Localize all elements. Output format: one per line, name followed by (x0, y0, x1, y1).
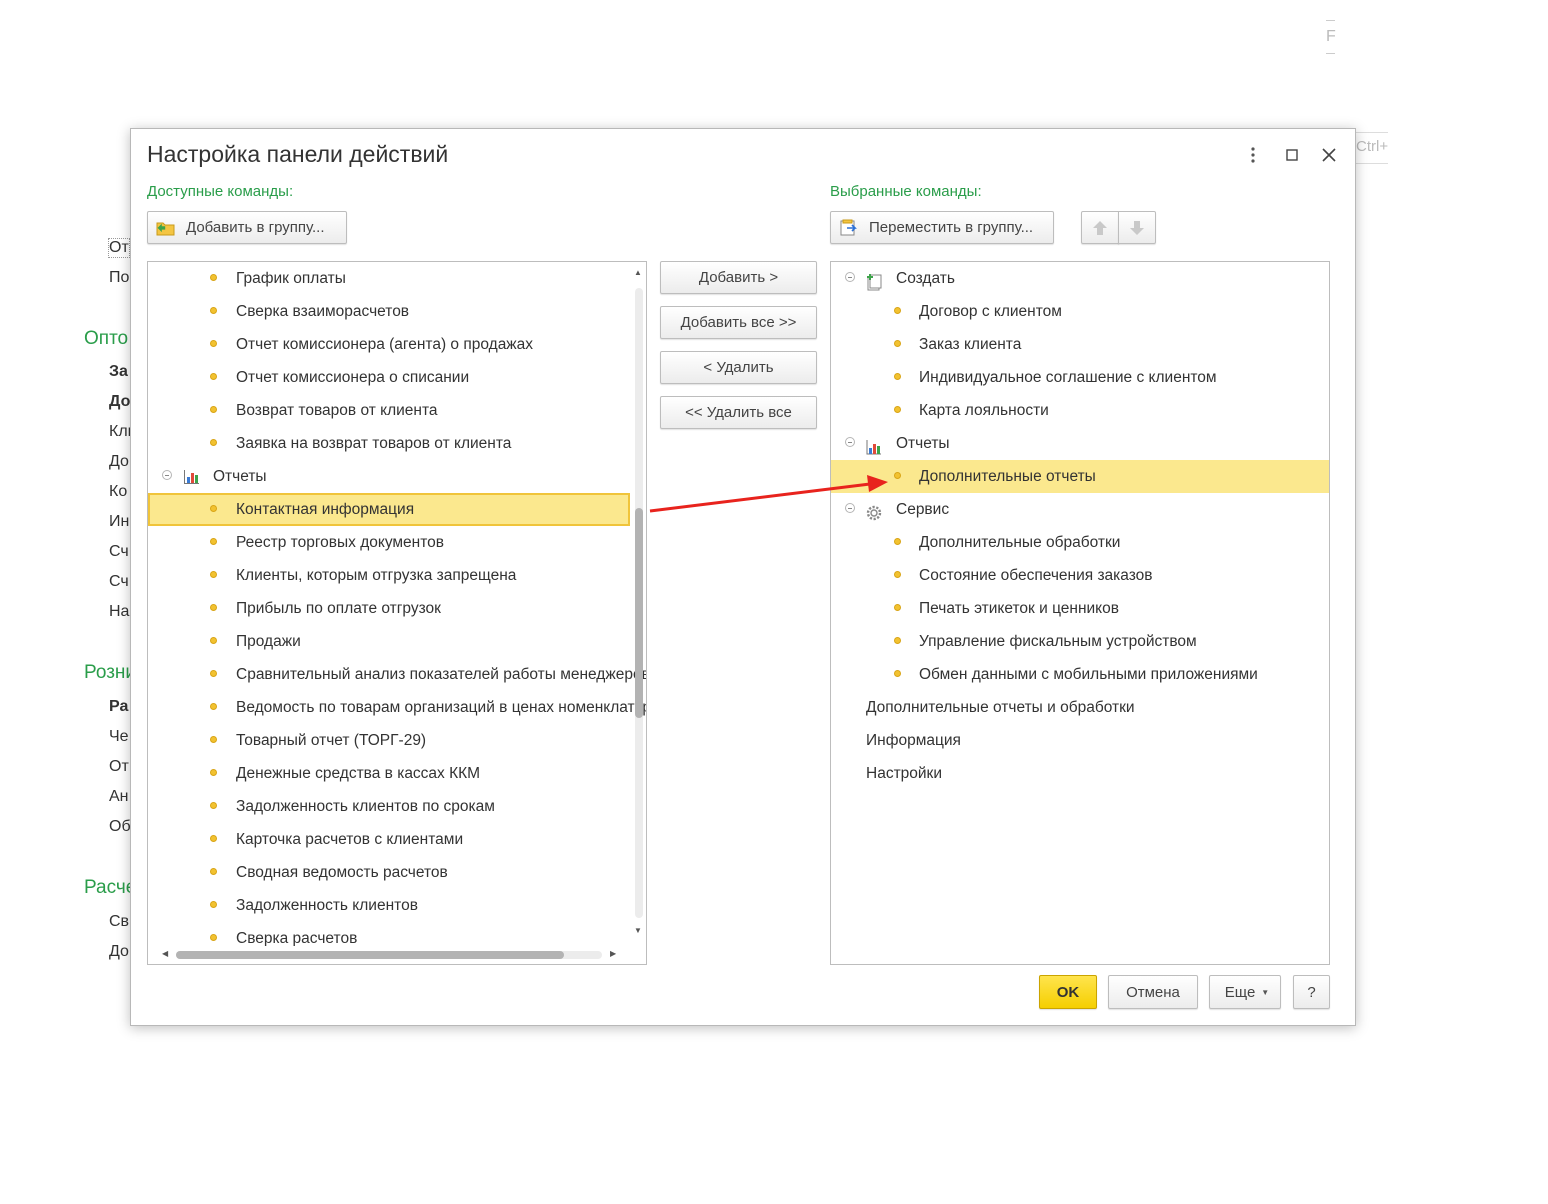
annotation-arrow (649, 475, 888, 513)
